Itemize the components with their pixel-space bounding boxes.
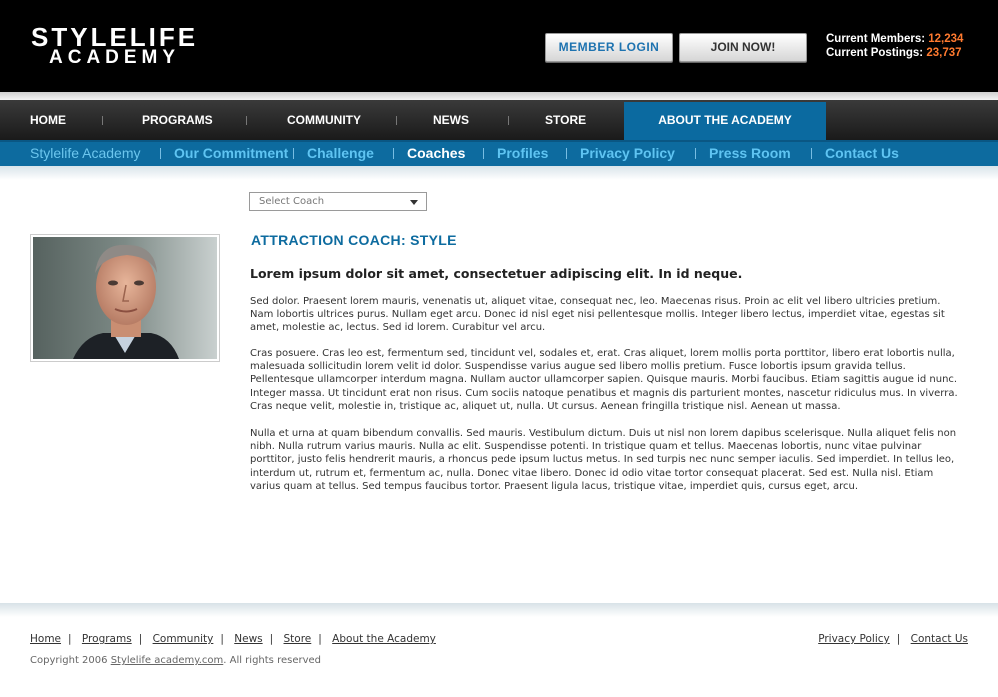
footer-separator: |	[138, 633, 143, 645]
footer-separator: |	[269, 633, 274, 645]
coach-title: ATTRACTION COACH: STYLE	[251, 232, 457, 248]
body-paragraph: Sed dolor. Praesent lorem mauris, venena…	[250, 296, 945, 334]
nav-store[interactable]: STORE	[545, 100, 586, 140]
subnav-separator	[160, 148, 161, 159]
logo-line2: ACADEMY	[49, 47, 181, 68]
copyright-suffix: . All rights reserved	[223, 655, 322, 666]
nav-about-the-academy[interactable]: ABOUT THE ACADEMY	[624, 102, 826, 142]
header: STYLELIFE ACADEMY MEMBER LOGIN JOIN NOW!…	[0, 0, 998, 92]
footer-link-community[interactable]: Community	[153, 633, 214, 645]
footer-link-contact-us[interactable]: Contact Us	[911, 633, 968, 645]
subnav-shadow	[0, 166, 998, 180]
copyright-prefix: Copyright 2006	[30, 655, 108, 666]
footer-link-news[interactable]: News	[234, 633, 262, 645]
subnav-our-commitment[interactable]: Our Commitment	[174, 145, 288, 161]
chevron-down-icon	[410, 200, 418, 205]
footer-nav: Home | Programs | Community | News | Store | …	[30, 633, 436, 645]
body-paragraph: Cras posuere. Cras leo est, fermentum se…	[250, 348, 958, 412]
nav-separator	[246, 116, 247, 125]
subnav-separator	[483, 148, 484, 159]
footer-separator: |	[896, 633, 901, 645]
footer-separator: |	[68, 633, 72, 645]
footer-link-store[interactable]: Store	[284, 633, 312, 645]
nav-programs[interactable]: PROGRAMS	[142, 100, 213, 140]
subnav-label: Stylelife Academy	[30, 145, 141, 161]
main-nav: HOME PROGRAMS COMMUNITY NEWS STORE ABOUT…	[0, 100, 998, 142]
coach-photo-frame	[30, 234, 220, 362]
portrait-image	[33, 237, 217, 359]
select-coach-value: Select Coach	[259, 196, 325, 207]
nav-news[interactable]: NEWS	[433, 100, 469, 140]
footer-right-nav: Privacy Policy | Contact Us	[818, 633, 968, 645]
footer-link-home[interactable]: Home	[30, 633, 61, 645]
subnav-separator	[293, 148, 294, 159]
nav-community[interactable]: COMMUNITY	[287, 100, 361, 140]
subnav-stylelife-academy[interactable]: Stylelife Academy	[30, 145, 141, 161]
nav-separator	[396, 116, 397, 125]
members-count: 12,234	[928, 33, 964, 45]
postings-count: 23,737	[926, 47, 962, 59]
nav-separator	[508, 116, 509, 125]
nav-home[interactable]: HOME	[30, 100, 66, 140]
subnav-challenge[interactable]: Challenge	[307, 145, 374, 161]
subnav-coaches[interactable]: Coaches	[407, 145, 465, 161]
postings-label: Current Postings:	[826, 47, 924, 59]
sub-nav: Stylelife Academy Our Commitment Challen…	[0, 140, 998, 166]
subnav-contact-us[interactable]: Contact Us	[825, 145, 899, 161]
footer-separator: |	[318, 633, 322, 645]
select-coach-dropdown[interactable]: Select Coach	[249, 192, 427, 211]
nav-separator	[102, 116, 103, 125]
footer-link-about[interactable]: About the Academy	[332, 633, 436, 645]
subnav-separator	[393, 148, 394, 159]
logo[interactable]: STYLELIFE ACADEMY	[31, 22, 199, 68]
footer-link-privacy-policy[interactable]: Privacy Policy	[818, 633, 890, 645]
footer-link-programs[interactable]: Programs	[82, 633, 132, 645]
body-paragraph: Nulla et urna at quam bibendum convallis…	[250, 428, 957, 492]
member-login-button[interactable]: MEMBER LOGIN	[545, 33, 673, 62]
subnav-separator	[811, 148, 812, 159]
copyright: Copyright 2006 Stylelife academy.com. Al…	[30, 655, 321, 666]
nav-top-strip	[0, 92, 998, 100]
subnav-separator	[695, 148, 696, 159]
logo-line1: STYLELIFE	[31, 22, 199, 52]
subnav-privacy-policy[interactable]: Privacy Policy	[580, 145, 675, 161]
join-now-button[interactable]: JOIN NOW!	[679, 33, 807, 62]
footer-divider	[0, 603, 998, 617]
coach-photo	[33, 237, 217, 359]
copyright-site-link[interactable]: Stylelife academy.com	[111, 655, 224, 666]
members-label: Current Members:	[826, 33, 926, 45]
site-stats: Current Members: 12,234 Current Postings…	[826, 32, 963, 60]
lead-text: Lorem ipsum dolor sit amet, consectetuer…	[250, 266, 743, 281]
subnav-separator	[566, 148, 567, 159]
footer-separator: |	[220, 633, 224, 645]
subnav-profiles[interactable]: Profiles	[497, 145, 548, 161]
subnav-press-room[interactable]: Press Room	[709, 145, 791, 161]
